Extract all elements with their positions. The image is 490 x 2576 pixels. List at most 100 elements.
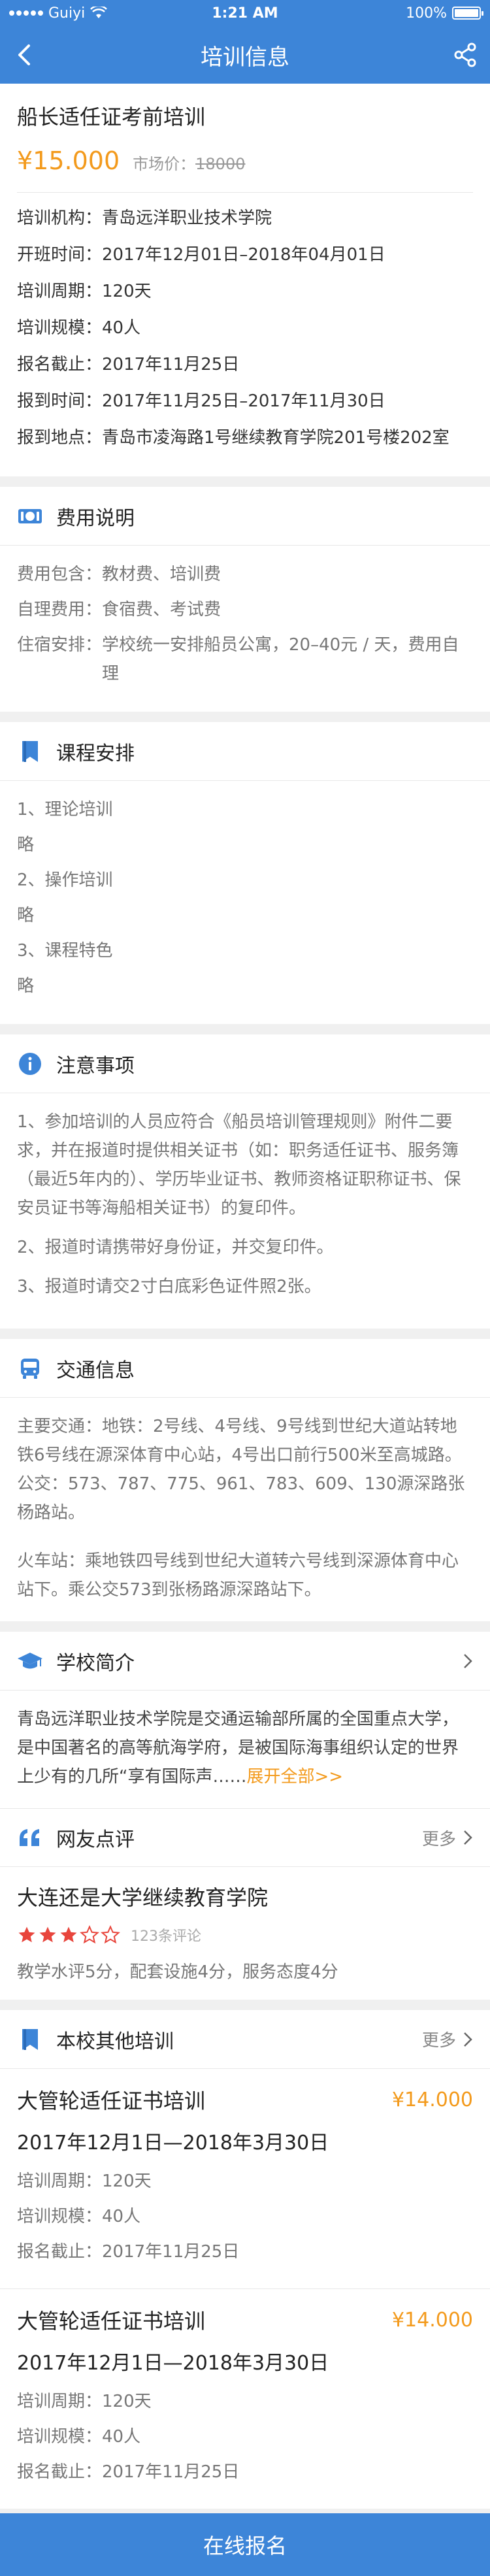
notice-item: 1、参加培训的人员应符合《船员培训管理规则》附件二要求，并在报道时提供相关证书（… — [17, 1112, 461, 1218]
training-card-head: 大管轮适任证书培训 ¥14.000 — [17, 2085, 473, 2115]
expand-all-link[interactable]: 展开全部>> — [246, 1767, 343, 1787]
training-period: 培训周期：120天 — [17, 2392, 152, 2411]
training-period: 培训周期：120天 — [17, 2171, 152, 2191]
info-row-deadline: 报名截止： 2017年11月25日 — [17, 352, 473, 377]
other-trainings-heading: 本校其他培训 — [56, 2030, 174, 2053]
back-chevron-icon[interactable] — [9, 39, 41, 71]
school-intro: 青岛远洋职业技术学院是交通运输部所属的全国重点大学，是中国著名的高等航海学府，是… — [17, 1705, 473, 1791]
carrier-label: Guiyi — [48, 5, 86, 22]
review-school-name: 大连还是大学继续教育学院 — [17, 1885, 269, 1910]
chevron-right-icon — [464, 2032, 472, 2047]
star-filled-icon — [39, 1926, 56, 1943]
fee-label: 住宿安排： — [17, 635, 103, 655]
notice-section: 注意事项 1、参加培训的人员应符合《船员培训管理规则》附件二要求，并在报道时提供… — [0, 1034, 490, 1329]
other-trainings-more[interactable]: 更多 — [422, 2027, 473, 2051]
training-title: 大管轮适任证书培训 — [17, 2089, 206, 2113]
notice-item: 2、报道时请携带好身份证，并交复印件。 — [17, 1238, 334, 1257]
money-icon — [17, 503, 43, 529]
schedule-line: 1、理论培训 — [17, 800, 113, 819]
review-scores: 教学水评5分，配套设施4分，服务态度4分 — [17, 1962, 338, 1982]
info-value: 青岛市凌海路1号继续教育学院201号楼202室 — [102, 428, 449, 448]
training-deadline: 报名截止：2017年11月25日 — [17, 2462, 240, 2482]
online-signup-button[interactable]: 在线报名 — [0, 2513, 490, 2576]
notice-body: 1、参加培训的人员应符合《船员培训管理规则》附件二要求，并在报道时提供相关证书（… — [0, 1093, 490, 1329]
info-icon — [17, 1051, 43, 1077]
fees-section: 费用说明 费用包含： 教材费、培训费 自理费用： 食宿费、考试费 住宿安排： 学校统一… — [0, 487, 490, 712]
training-price: ¥14.000 — [391, 2088, 473, 2111]
star-filled-icon — [60, 1926, 77, 1943]
school-heading: 学校简介 — [56, 1651, 135, 1675]
training-scale: 培训规模：40人 — [17, 2207, 141, 2226]
status-left: Guiyi — [9, 5, 108, 22]
notice-heading: 注意事项 — [56, 1054, 135, 1078]
market-price-value: 18000 — [195, 155, 246, 173]
nav-bar: 培训信息 — [0, 26, 490, 84]
info-row-institution: 培训机构： 青岛远洋职业技术学院 — [17, 206, 473, 231]
school-more[interactable] — [463, 1653, 473, 1670]
reviews-more[interactable]: 更多 — [422, 1826, 473, 1850]
schedule-header: 课程安排 — [0, 722, 490, 781]
fee-row: 自理费用： 食宿费、考试费 — [17, 595, 473, 624]
status-right: 100% — [406, 5, 483, 22]
school-header[interactable]: 学校简介 — [0, 1632, 490, 1691]
traffic-paragraph: 火车站：乘地铁四号线到世纪大道转六号线到深源体育中心站下。乘公交573到张杨路源… — [17, 1551, 459, 1600]
schedule-line: 略 — [17, 906, 35, 925]
star-empty-icon — [101, 1925, 120, 1944]
info-row-report-place: 报到地点： 青岛市凌海路1号继续教育学院201号楼202室 — [17, 425, 473, 450]
bookmark-icon — [17, 2026, 43, 2053]
info-row-period: 培训周期： 120天 — [17, 279, 473, 304]
info-value: 青岛远洋职业技术学院 — [102, 208, 272, 228]
schedule-body: 1、理论培训 略 2、操作培训 略 3、课程特色 略 — [0, 781, 490, 1024]
training-dates: 2017年12月1日—2018年3月30日 — [17, 2132, 329, 2155]
fee-value: 学校统一安排船员公寓，20–40元 / 天，费用自理 — [102, 635, 459, 684]
info-label: 培训机构： — [17, 208, 103, 228]
traffic-body: 主要交通：地铁：2号线、4号线、9号线到世纪大道站转地铁6号线在源深体育中心站，… — [0, 1398, 490, 1621]
info-label: 报到时间： — [17, 391, 103, 411]
training-card-head: 大管轮适任证书培训 ¥14.000 — [17, 2305, 473, 2335]
graduation-cap-icon — [17, 1648, 43, 1674]
info-label: 报名截止： — [17, 355, 103, 374]
reviews-header[interactable]: 网友点评 更多 — [0, 1808, 490, 1867]
training-price: ¥14.000 — [391, 2308, 473, 2332]
fees-heading: 费用说明 — [56, 506, 135, 530]
wifi-icon — [90, 7, 108, 18]
notice-header: 注意事项 — [0, 1034, 490, 1093]
star-rating — [17, 1925, 120, 1945]
chevron-right-icon — [464, 1830, 472, 1845]
fee-row: 住宿安排： 学校统一安排船员公寓，20–40元 / 天，费用自理 — [17, 631, 473, 688]
chevron-right-icon — [464, 1653, 472, 1668]
fees-body: 费用包含： 教材费、培训费 自理费用： 食宿费、考试费 住宿安排： 学校统一安排船员公… — [0, 546, 490, 712]
rating-row: 123条评论 — [17, 1924, 473, 1945]
fee-value: 食宿费、考试费 — [102, 600, 221, 619]
training-title: 大管轮适任证书培训 — [17, 2309, 206, 2334]
other-trainings-header[interactable]: 本校其他培训 更多 — [0, 2010, 490, 2069]
schedule-line: 略 — [17, 835, 35, 855]
training-scale: 培训规模：40人 — [17, 2427, 141, 2447]
info-value: 2017年12月01日–2018年04月01日 — [102, 245, 385, 265]
training-card[interactable]: 大管轮适任证书培训 ¥14.000 2017年12月1日—2018年3月30日 培… — [0, 2069, 490, 2289]
info-value: 40人 — [102, 318, 141, 338]
notice-item: 3、报道时请交2寸白底彩色证件照2张。 — [17, 1277, 321, 1296]
training-card[interactable]: 大管轮适任证书培训 ¥14.000 2017年12月1日—2018年3月30日 培… — [0, 2289, 490, 2509]
info-label: 开班时间： — [17, 245, 103, 265]
school-section: 学校简介 青岛远洋职业技术学院是交通运输部所属的全国重点大学，是中国著名的高等航… — [0, 1632, 490, 2000]
schedule-line: 2、操作培训 — [17, 870, 113, 890]
page-title: 培训信息 — [201, 44, 289, 71]
school-body: 青岛远洋职业技术学院是交通运输部所属的全国重点大学，是中国著名的高等航海学府，是… — [0, 1691, 490, 1808]
info-label: 培训周期： — [17, 282, 103, 301]
course-price: ¥15.000 — [17, 146, 120, 175]
share-icon[interactable] — [449, 39, 481, 71]
other-trainings-section: 本校其他培训 更多 大管轮适任证书培训 ¥14.000 2017年12月1日—20… — [0, 2010, 490, 2509]
training-dates: 2017年12月1日—2018年3月30日 — [17, 2352, 329, 2375]
market-price-label: 市场价： — [133, 155, 196, 173]
info-value: 2017年11月25日 — [102, 355, 240, 374]
traffic-paragraph: 主要交通：地铁：2号线、4号线、9号线到世纪大道站转地铁6号线在源深体育中心站，… — [17, 1417, 465, 1523]
info-row-report-time: 报到时间： 2017年11月25日–2017年11月30日 — [17, 389, 473, 414]
fee-label: 费用包含： — [17, 565, 103, 584]
info-value: 120天 — [102, 282, 152, 301]
info-row-scale: 培训规模： 40人 — [17, 316, 473, 340]
battery-percent: 100% — [406, 5, 447, 22]
price-row: ¥15.000 市场价：18000 — [17, 146, 473, 193]
schedule-line: 略 — [17, 976, 35, 996]
traffic-section: 交通信息 主要交通：地铁：2号线、4号线、9号线到世纪大道站转地铁6号线在源深体… — [0, 1339, 490, 1621]
